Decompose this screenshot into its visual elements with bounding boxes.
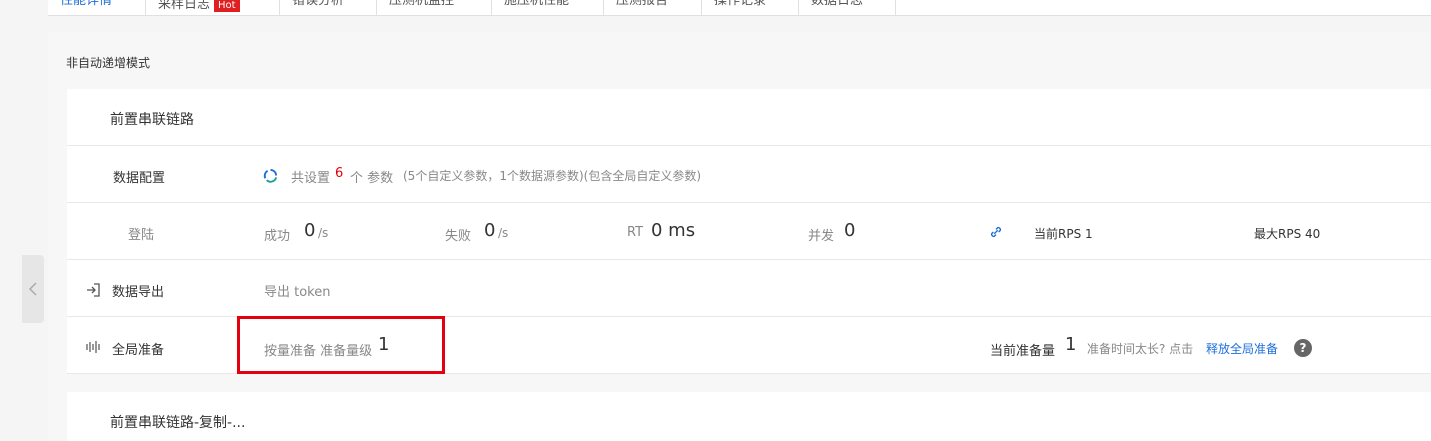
tab-label: 操作记录 <box>714 0 767 8</box>
help-icon[interactable]: ? <box>1294 339 1312 357</box>
chevron-left-icon <box>28 282 37 296</box>
param-count-prefix: 共设置 <box>291 171 331 186</box>
tab-4[interactable]: 施压机性能 <box>492 0 604 16</box>
current-prep-label: 当前准备量 <box>990 344 1056 359</box>
current-rps: 当前RPS 1 <box>1034 227 1093 241</box>
export-row: 数据导出 导出 token <box>67 260 1431 317</box>
rt-value: 0 ms <box>651 220 696 241</box>
chain-copy-header: 前置串联链路-复制-... <box>67 392 1431 441</box>
tab-6[interactable]: 操作记录 <box>702 0 799 16</box>
tab-label: 压测机监控 <box>389 0 455 8</box>
success-value: 0 <box>304 220 316 241</box>
export-text: 导出 token <box>264 285 331 300</box>
hot-badge: Hot <box>214 0 240 12</box>
param-count: 6 <box>335 166 344 181</box>
success-unit: /s <box>318 226 329 240</box>
max-rps: 最大RPS 40 <box>1254 227 1321 241</box>
rt-label: RT <box>627 225 644 240</box>
highlight-box <box>237 316 445 374</box>
tab-2[interactable]: 错误分析 <box>280 0 377 16</box>
data-config-row: 数据配置 共设置 6 个 参数 (5个自定义参数，1个数据源参数)(包含全局自定… <box>67 146 1431 203</box>
fail-label: 失败 <box>445 229 472 244</box>
tab-1[interactable]: 采样日志 Hot <box>146 0 280 16</box>
mode-label: 非自动递增模式 <box>66 56 151 70</box>
tab-label: 数据日志 <box>811 0 864 8</box>
collapse-handle[interactable] <box>22 255 44 323</box>
concurrency-value: 0 <box>844 220 856 241</box>
tab-label: 施压机性能 <box>504 0 570 8</box>
tab-0[interactable]: 性能详情 <box>48 0 146 16</box>
tab-7[interactable]: 数据日志 <box>799 0 896 16</box>
tab-label: 错误分析 <box>292 0 345 8</box>
release-global-prep-link[interactable]: 释放全局准备 <box>1206 340 1278 357</box>
prep-hint: 准备时间太长? 点击 <box>1087 342 1194 356</box>
tab-3[interactable]: 压测机监控 <box>377 0 492 16</box>
login-row: 登陆 成功 0 /s 失败 0 /s RT 0 ms 并发 0 当前RPS 1 … <box>67 203 1431 260</box>
chain-header: 前置串联链路 <box>67 89 1431 146</box>
tab-label: 性能详情 <box>60 0 113 8</box>
bars-icon <box>86 341 100 353</box>
param-detail: (5个自定义参数，1个数据源参数)(包含全局自定义参数) <box>403 169 701 183</box>
export-label: 数据导出 <box>112 285 165 300</box>
chain-copy-title: 前置串联链路-复制-... <box>110 415 246 431</box>
fail-value: 0 <box>484 220 496 241</box>
param-count-suffix: 个 参数 <box>350 171 394 186</box>
tab-5[interactable]: 压测报告 <box>604 0 702 16</box>
global-prep-label: 全局准备 <box>112 343 165 358</box>
refresh-icon[interactable] <box>263 168 278 183</box>
success-label: 成功 <box>264 229 291 244</box>
link-icon[interactable] <box>989 225 1003 239</box>
tab-label: 采样日志 <box>158 0 211 12</box>
chain-title: 前置串联链路 <box>110 112 194 128</box>
login-label: 登陆 <box>128 228 155 243</box>
fail-unit: /s <box>498 226 509 240</box>
tab-bar: 性能详情 采样日志 Hot 错误分析 压测机监控 施压机性能 压测报告 操作记录 数据日志 <box>48 0 1431 16</box>
export-icon <box>87 283 100 297</box>
tab-label: 压测报告 <box>616 0 669 8</box>
data-config-label: 数据配置 <box>113 171 166 186</box>
concurrency-label: 并发 <box>808 229 835 244</box>
current-prep-value: 1 <box>1065 334 1077 355</box>
